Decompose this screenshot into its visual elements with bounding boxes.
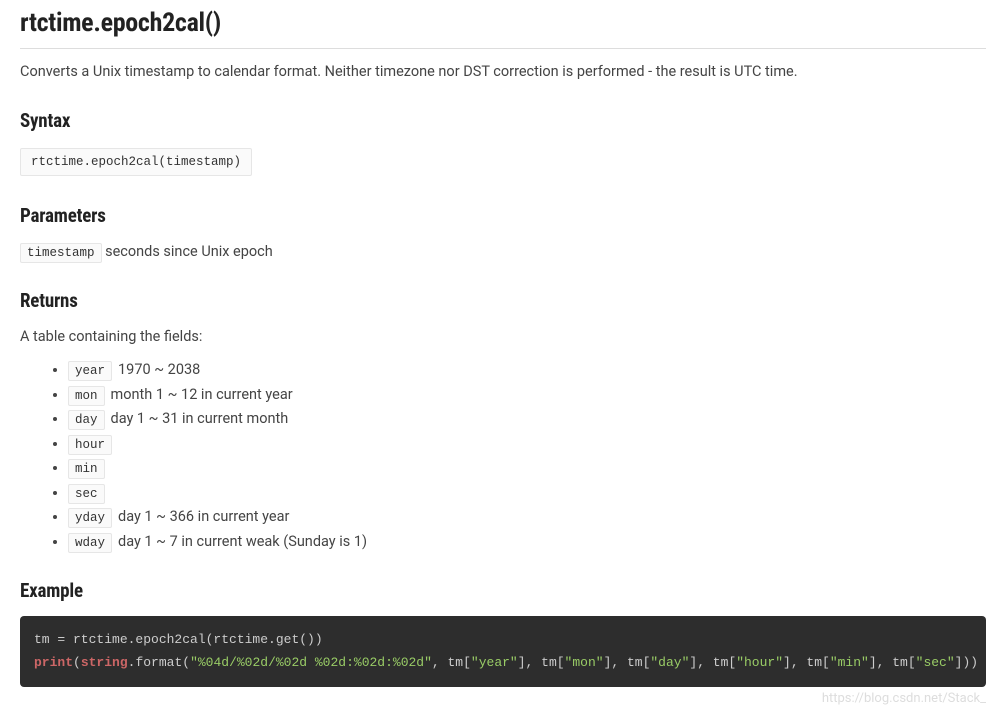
- field-name: day: [68, 410, 105, 430]
- returns-intro: A table containing the fields:: [20, 326, 986, 348]
- list-item: wday day 1 ~ 7 in current weak (Sunday is…: [68, 531, 986, 553]
- list-item: year 1970 ~ 2038: [68, 359, 986, 381]
- parameter-line: timestamp seconds since Unix epoch: [20, 241, 986, 263]
- list-item: mon month 1 ~ 12 in current year: [68, 384, 986, 406]
- returns-field-list: year 1970 ~ 2038 mon month 1 ~ 12 in curre…: [20, 359, 986, 553]
- field-desc: day 1 ~ 366 in current year: [118, 508, 289, 525]
- list-item: yday day 1 ~ 366 in current year: [68, 506, 986, 528]
- param-desc: seconds since Unix epoch: [105, 243, 273, 260]
- example-heading: Example: [20, 579, 986, 602]
- field-name: year: [68, 361, 112, 381]
- watermark-text: https://blog.csdn.net/Stack_: [20, 691, 986, 706]
- field-desc: day 1 ~ 31 in current month: [111, 410, 289, 427]
- field-name: wday: [68, 533, 112, 553]
- list-item: min: [68, 457, 986, 479]
- syntax-code: rtctime.epoch2cal(timestamp): [20, 148, 252, 176]
- intro-text: Converts a Unix timestamp to calendar fo…: [20, 61, 986, 83]
- tok-string: string: [81, 655, 128, 670]
- tok-fmtstring: "%04d/%02d/%02d %02d:%02d:%02d": [190, 655, 432, 670]
- example-code-block: tm = rtctime.epoch2cal(rtctime.get()) pr…: [20, 616, 986, 687]
- code-line-1: tm = rtctime.epoch2cal(rtctime.get()): [34, 632, 323, 647]
- parameters-heading: Parameters: [20, 204, 986, 227]
- field-desc: day 1 ~ 7 in current weak (Sunday is 1): [118, 533, 367, 550]
- field-name: mon: [68, 386, 105, 406]
- returns-heading: Returns: [20, 289, 986, 312]
- field-name: sec: [68, 484, 105, 504]
- field-name: hour: [68, 435, 112, 455]
- tok-print: print: [34, 655, 73, 670]
- param-name: timestamp: [20, 243, 102, 263]
- list-item: hour: [68, 433, 986, 455]
- page-title: rtctime.epoch2cal(): [20, 8, 986, 49]
- list-item: day day 1 ~ 31 in current month: [68, 408, 986, 430]
- field-desc: month 1 ~ 12 in current year: [111, 386, 293, 403]
- field-name: yday: [68, 508, 112, 528]
- field-desc: 1970 ~ 2038: [118, 361, 200, 378]
- syntax-heading: Syntax: [20, 109, 986, 132]
- list-item: sec: [68, 482, 986, 504]
- field-name: min: [68, 459, 105, 479]
